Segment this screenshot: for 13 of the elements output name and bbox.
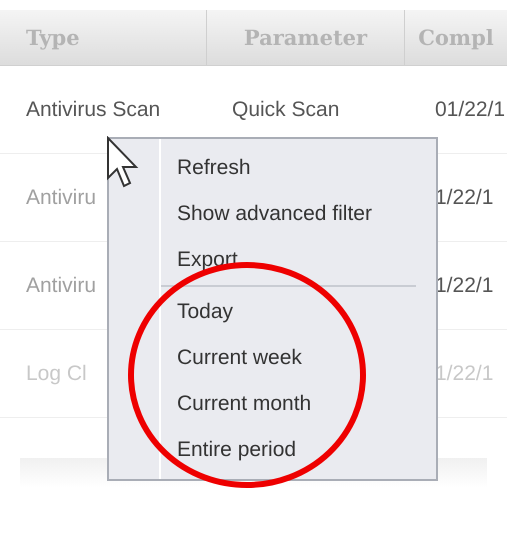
menu-item[interactable]: Entire period bbox=[161, 427, 436, 473]
table-cell: 1/22/1 bbox=[435, 186, 494, 209]
table-cell: Quick Scan bbox=[232, 98, 340, 121]
table-cell: 01/22/1 bbox=[435, 98, 506, 121]
menu-item[interactable]: Refresh bbox=[161, 145, 436, 191]
table-cell: Antiviru bbox=[26, 186, 96, 209]
table-cell: 1/22/1 bbox=[435, 274, 494, 297]
menu-item[interactable]: Show advanced filter bbox=[161, 191, 436, 237]
menu-item[interactable]: Current month bbox=[161, 381, 436, 427]
table-cell: Antiviru bbox=[26, 274, 96, 297]
menu-item[interactable]: Current week bbox=[161, 335, 436, 381]
menu-item[interactable]: Today bbox=[161, 289, 436, 335]
table-cell: Antivirus Scan bbox=[26, 98, 160, 121]
